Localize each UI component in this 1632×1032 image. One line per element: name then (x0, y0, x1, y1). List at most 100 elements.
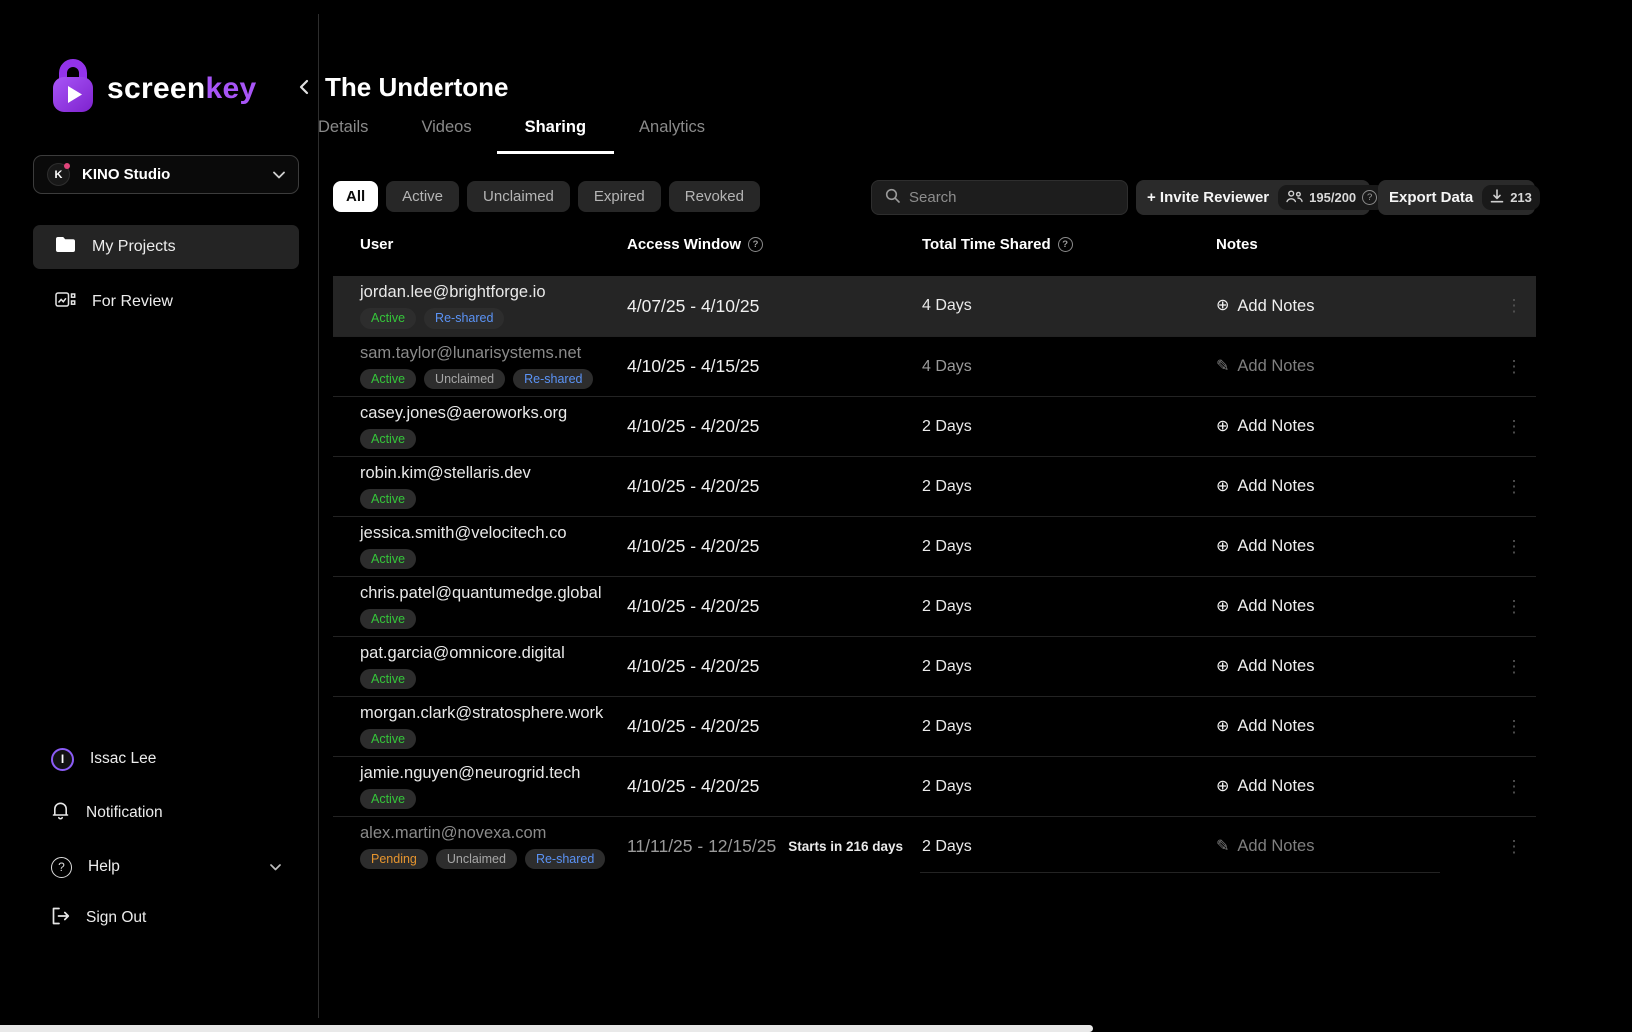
user-email: chris.patel@quantumedge.global (360, 584, 627, 603)
badge-list: ActiveRe-shared (360, 308, 627, 329)
tab-details[interactable]: Details (318, 113, 368, 153)
user-profile-item[interactable]: I Issac Lee (33, 740, 299, 778)
user-email: morgan.clark@stratosphere.work (360, 704, 627, 723)
badge-list: Active (360, 729, 627, 750)
notes-cell: ⊕ Add Notes (1216, 717, 1492, 736)
total-time: 2 Days (922, 418, 1216, 436)
access-window: 4/10/25 - 4/20/25 (627, 416, 759, 437)
filter-all[interactable]: All (333, 181, 378, 212)
notes-cell: ✎ Add Notes (1216, 837, 1492, 856)
tab-analytics[interactable]: Analytics (639, 113, 705, 153)
status-badge: Pending (360, 849, 428, 870)
sign-out-item[interactable]: Sign Out (33, 899, 299, 937)
row-menu-button[interactable]: ⋮ (1492, 417, 1536, 437)
row-menu-button[interactable]: ⋮ (1492, 597, 1536, 617)
workspace-selector[interactable]: K KINO Studio (33, 155, 299, 194)
tab-sharing[interactable]: Sharing (525, 113, 586, 153)
sidebar-collapse-button[interactable] (293, 76, 315, 100)
notes-icon: ⊕ (1216, 659, 1229, 675)
people-icon (1286, 190, 1303, 206)
notes-cell: ⊕ Add Notes (1216, 417, 1492, 436)
kebab-menu-icon: ⋮ (1506, 837, 1523, 856)
invite-reviewer-button[interactable]: + Invite Reviewer 195/200 ? (1136, 180, 1370, 215)
status-badge: Active (360, 369, 416, 390)
row-menu-button[interactable]: ⋮ (1492, 477, 1536, 497)
access-window: 4/10/25 - 4/20/25 (627, 596, 759, 617)
table-row[interactable]: chris.patel@quantumedge.global Active 4/… (333, 576, 1536, 636)
notes-label: Add Notes (1237, 297, 1314, 316)
help-item[interactable]: ? Help (33, 848, 299, 886)
kebab-menu-icon: ⋮ (1506, 477, 1523, 496)
notification-item[interactable]: Notification (33, 794, 299, 832)
reviewer-count: 195/200 (1309, 190, 1356, 205)
access-window-note: Starts in 216 days (788, 839, 903, 854)
access-window: 4/10/25 - 4/20/25 (627, 476, 759, 497)
row-menu-button[interactable]: ⋮ (1492, 837, 1536, 857)
filter-revoked[interactable]: Revoked (669, 181, 760, 212)
user-cell: casey.jones@aeroworks.org Active (333, 404, 627, 450)
horizontal-scrollbar[interactable] (0, 1025, 1093, 1032)
filter-expired[interactable]: Expired (578, 181, 661, 212)
sharing-table: User Access Window? Total Time Shared? N… (333, 236, 1536, 876)
add-notes-button[interactable]: ⊕ Add Notes (1216, 657, 1314, 676)
status-badge: Active (360, 308, 416, 329)
table-row[interactable]: pat.garcia@omnicore.digital Active 4/10/… (333, 636, 1536, 696)
row-menu-button[interactable]: ⋮ (1492, 537, 1536, 557)
access-window-cell: 4/07/25 - 4/10/25 (627, 296, 922, 317)
table-row[interactable]: jamie.nguyen@neurogrid.tech Active 4/10/… (333, 756, 1536, 816)
table-row[interactable]: jessica.smith@velocitech.co Active 4/10/… (333, 516, 1536, 576)
access-window: 4/10/25 - 4/20/25 (627, 656, 759, 677)
total-time: 2 Days (922, 538, 1216, 556)
row-menu-button[interactable]: ⋮ (1492, 296, 1536, 316)
table-row[interactable]: robin.kim@stellaris.dev Active 4/10/25 -… (333, 456, 1536, 516)
user-cell: jamie.nguyen@neurogrid.tech Active (333, 764, 627, 810)
bell-icon (51, 800, 70, 826)
lock-play-logo-icon (50, 58, 96, 119)
search-input[interactable] (909, 189, 1114, 206)
add-notes-button[interactable]: ⊕ Add Notes (1216, 297, 1314, 316)
column-header-total-time: Total Time Shared? (922, 236, 1216, 253)
tab-videos[interactable]: Videos (421, 113, 471, 153)
row-menu-button[interactable]: ⋮ (1492, 717, 1536, 737)
add-notes-button[interactable]: ✎ Add Notes (1216, 837, 1314, 856)
access-window: 4/10/25 - 4/20/25 (627, 536, 759, 557)
notes-cell: ⊕ Add Notes (1216, 597, 1492, 616)
notes-label: Add Notes (1237, 417, 1314, 436)
total-time: 4 Days (922, 358, 1216, 376)
add-notes-button[interactable]: ⊕ Add Notes (1216, 537, 1314, 556)
filter-active[interactable]: Active (386, 181, 459, 212)
sidebar-item-for-review[interactable]: For Review (33, 283, 299, 321)
add-notes-button[interactable]: ⊕ Add Notes (1216, 777, 1314, 796)
tab-bar: Details Videos Sharing Analytics (318, 113, 758, 153)
table-row[interactable]: morgan.clark@stratosphere.work Active 4/… (333, 696, 1536, 756)
access-window-cell: 4/10/25 - 4/20/25 (627, 776, 922, 797)
row-menu-button[interactable]: ⋮ (1492, 657, 1536, 677)
total-time: 2 Days (922, 658, 1216, 676)
table-row[interactable]: sam.taylor@lunarisystems.net ActiveUncla… (333, 336, 1536, 396)
badge-list: Active (360, 549, 627, 570)
export-data-button[interactable]: Export Data 213 (1378, 180, 1535, 215)
question-circle-icon[interactable]: ? (1058, 237, 1073, 252)
badge-list: ActiveUnclaimedRe-shared (360, 369, 627, 390)
add-notes-button[interactable]: ⊕ Add Notes (1216, 477, 1314, 496)
table-row[interactable]: jordan.lee@brightforge.io ActiveRe-share… (333, 276, 1536, 336)
notes-cell: ⊕ Add Notes (1216, 297, 1492, 316)
sidebar-item-my-projects[interactable]: My Projects (33, 225, 299, 269)
add-notes-button[interactable]: ✎ Add Notes (1216, 357, 1314, 376)
access-window-cell: 11/11/25 - 12/15/25 Starts in 216 days (627, 836, 922, 857)
add-notes-button[interactable]: ⊕ Add Notes (1216, 597, 1314, 616)
download-icon (1490, 189, 1504, 206)
notes-label: Add Notes (1237, 657, 1314, 676)
add-notes-button[interactable]: ⊕ Add Notes (1216, 717, 1314, 736)
row-menu-button[interactable]: ⋮ (1492, 777, 1536, 797)
table-row[interactable]: alex.martin@novexa.com PendingUnclaimedR… (333, 816, 1536, 876)
total-time: 4 Days (922, 297, 1216, 315)
row-menu-button[interactable]: ⋮ (1492, 357, 1536, 377)
chevron-down-icon (273, 166, 285, 184)
add-notes-button[interactable]: ⊕ Add Notes (1216, 417, 1314, 436)
question-circle-icon[interactable]: ? (748, 237, 763, 252)
table-row[interactable]: casey.jones@aeroworks.org Active 4/10/25… (333, 396, 1536, 456)
user-email: jordan.lee@brightforge.io (360, 283, 627, 302)
filter-unclaimed[interactable]: Unclaimed (467, 181, 570, 212)
notes-label: Add Notes (1237, 357, 1314, 376)
